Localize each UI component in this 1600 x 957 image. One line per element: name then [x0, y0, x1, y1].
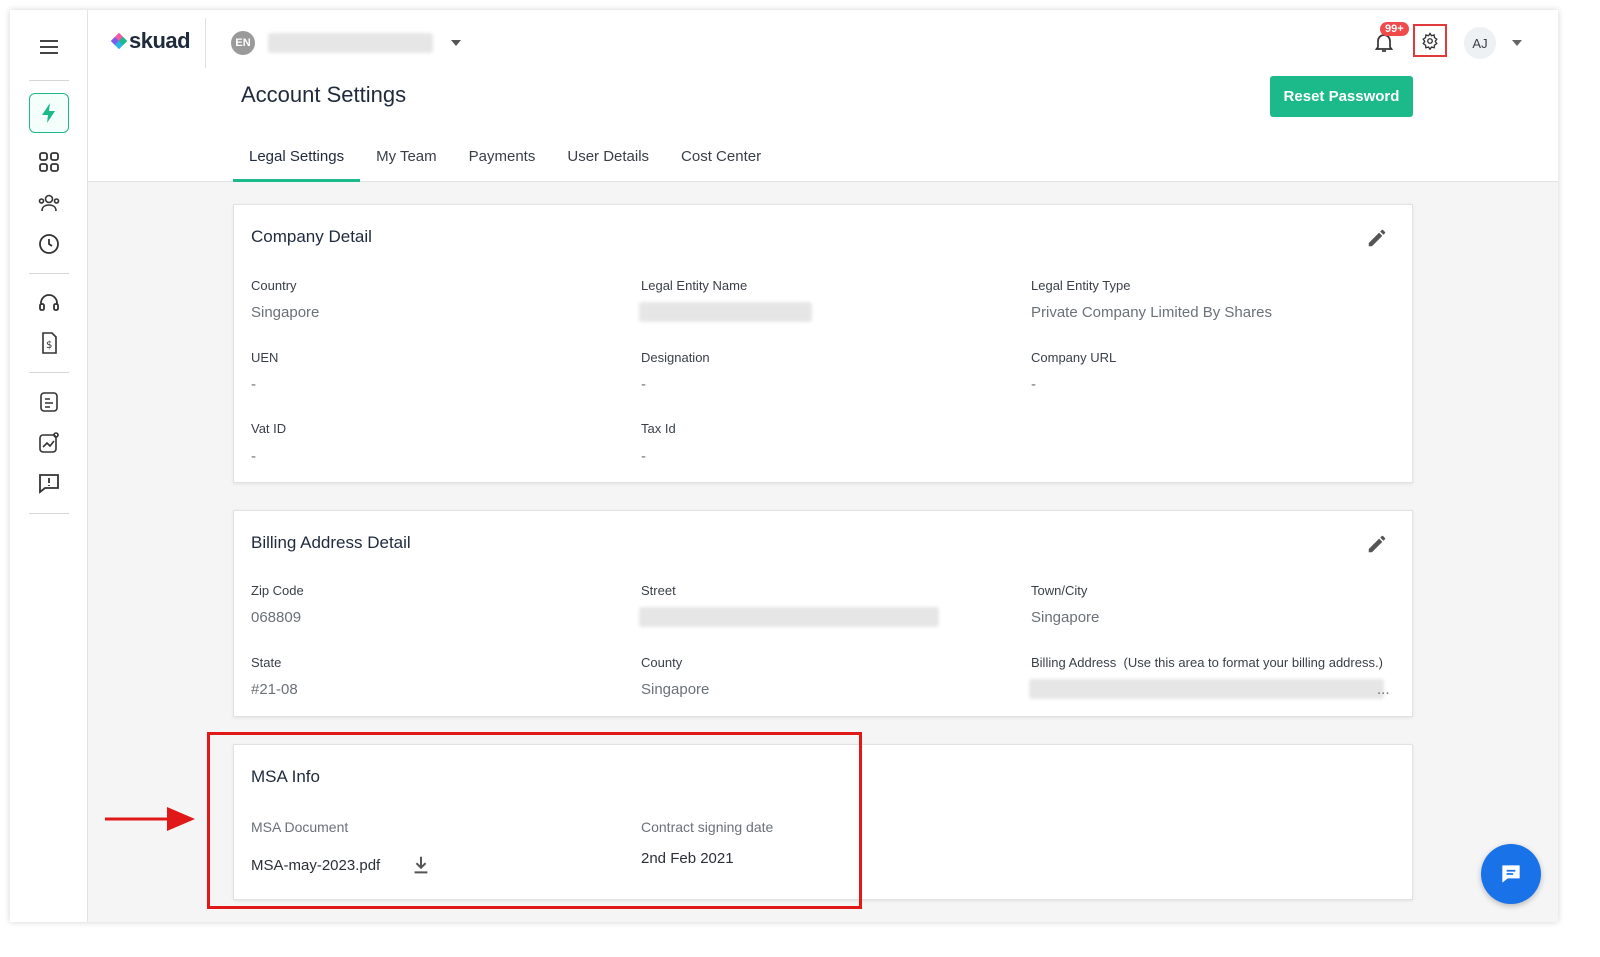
- sidebar-divider: [29, 273, 69, 274]
- field-label-county: County: [641, 655, 683, 670]
- sidebar-item-feedback[interactable]: [34, 468, 64, 498]
- field-value-zip-code: 068809: [251, 609, 302, 626]
- highlight-box: [207, 732, 862, 909]
- chat-button[interactable]: [1481, 844, 1541, 904]
- people-icon: [38, 194, 60, 212]
- menu-icon[interactable]: [34, 32, 64, 62]
- pencil-icon[interactable]: [1366, 533, 1388, 555]
- app-window: $ skuad EN Account Settings Reset Passwo…: [10, 10, 1558, 922]
- billing-address-card: Billing Address Detail Zip Code 068809 S…: [233, 510, 1413, 717]
- field-value-legal-entity-type: Private Company Limited By Shares: [1031, 304, 1272, 321]
- gear-icon: [1422, 31, 1438, 50]
- document-icon: [40, 392, 58, 412]
- field-label-vat-id: Vat ID: [251, 421, 287, 436]
- field-label-tax-id: Tax Id: [641, 421, 676, 436]
- field-value-town-city: Singapore: [1031, 609, 1100, 626]
- sidebar-item-analytics[interactable]: [34, 428, 64, 458]
- billing-address-label: Billing Address: [1031, 655, 1117, 670]
- sidebar-divider: [29, 513, 69, 514]
- sidebar-item-time[interactable]: [34, 229, 64, 259]
- sidebar-item-invoices[interactable]: $: [34, 328, 64, 358]
- sidebar-divider: [29, 372, 69, 373]
- bolt-icon: [42, 103, 55, 123]
- notification-badge: 99+: [1380, 22, 1409, 36]
- profile-dropdown-caret[interactable]: [1512, 40, 1522, 46]
- tab-legal-settings[interactable]: Legal Settings: [233, 138, 361, 182]
- field-value-uen: -: [251, 376, 256, 393]
- page-title: Account Settings: [241, 82, 407, 107]
- chat-icon: [1502, 865, 1520, 883]
- svg-text:$: $: [46, 340, 52, 351]
- tab-user-details[interactable]: User Details: [551, 138, 665, 182]
- field-label-uen: UEN: [251, 350, 279, 365]
- field-value-tax-id: -: [641, 448, 646, 465]
- field-label-town-city: Town/City: [1031, 583, 1088, 598]
- field-value-company-url: -: [1031, 376, 1036, 393]
- field-label-legal-entity-type: Legal Entity Type: [1031, 278, 1131, 293]
- card-title: Billing Address Detail: [251, 533, 411, 552]
- field-label-designation: Designation: [641, 350, 710, 365]
- settings-button[interactable]: [1413, 24, 1447, 57]
- brand-name: skuad: [129, 28, 191, 53]
- field-value-designation: -: [641, 376, 646, 393]
- logo[interactable]: skuad: [110, 28, 191, 54]
- sidebar-item-quick-actions[interactable]: [29, 93, 69, 133]
- tab-cost-center[interactable]: Cost Center: [665, 138, 777, 182]
- company-detail-card: Company Detail Country Singapore Legal E…: [233, 204, 1413, 483]
- field-label-country: Country: [251, 278, 297, 293]
- card-title: Company Detail: [251, 227, 372, 246]
- header-separator: [205, 18, 206, 68]
- sidebar-item-documents[interactable]: [34, 387, 64, 417]
- billing-address-redacted: [1029, 679, 1384, 699]
- settings-tabs: Legal Settings My Team Payments User Det…: [233, 138, 777, 182]
- field-label-legal-entity-name: Legal Entity Name: [641, 278, 748, 293]
- invoice-icon: $: [42, 332, 57, 354]
- analytics-icon: [39, 432, 59, 453]
- header: skuad EN Account Settings Reset Password…: [88, 10, 1558, 182]
- reset-password-button[interactable]: Reset Password: [1270, 76, 1413, 117]
- feedback-icon: [39, 474, 59, 494]
- language-badge[interactable]: EN: [231, 31, 255, 55]
- field-value-state: #21-08: [251, 681, 298, 698]
- avatar[interactable]: AJ: [1464, 27, 1496, 59]
- street-redacted: [639, 607, 939, 627]
- tab-my-team[interactable]: My Team: [360, 138, 453, 182]
- legal-entity-name-redacted: [639, 302, 812, 322]
- field-label-state: State: [251, 655, 282, 670]
- headset-icon: [39, 294, 59, 311]
- pencil-icon[interactable]: [1366, 227, 1388, 249]
- grid-icon: [39, 152, 59, 172]
- field-value-country: Singapore: [251, 304, 320, 321]
- field-label-zip-code: Zip Code: [251, 583, 304, 598]
- field-value-county: Singapore: [641, 681, 710, 698]
- arrow-right-icon: [105, 807, 195, 831]
- sidebar-divider: [29, 80, 69, 81]
- sidebar-item-dashboard[interactable]: [34, 147, 64, 177]
- field-value-billing-address: ...: [1377, 681, 1390, 698]
- billing-address-hint: (Use this area to format your billing ad…: [1123, 655, 1383, 670]
- tab-payments[interactable]: Payments: [453, 138, 552, 182]
- field-label-street: Street: [641, 583, 676, 598]
- field-label-company-url: Company URL: [1031, 350, 1117, 365]
- field-label-billing-address: Billing Address (Use this area to format…: [1031, 655, 1383, 670]
- sidebar: $: [10, 10, 88, 922]
- account-dropdown-caret[interactable]: [451, 40, 461, 46]
- logo-mark: [110, 32, 128, 50]
- clock-icon: [39, 234, 59, 254]
- sidebar-item-support[interactable]: [34, 288, 64, 318]
- sidebar-item-team[interactable]: [34, 188, 64, 218]
- field-value-vat-id: -: [251, 448, 256, 465]
- account-name-redacted: [268, 33, 433, 53]
